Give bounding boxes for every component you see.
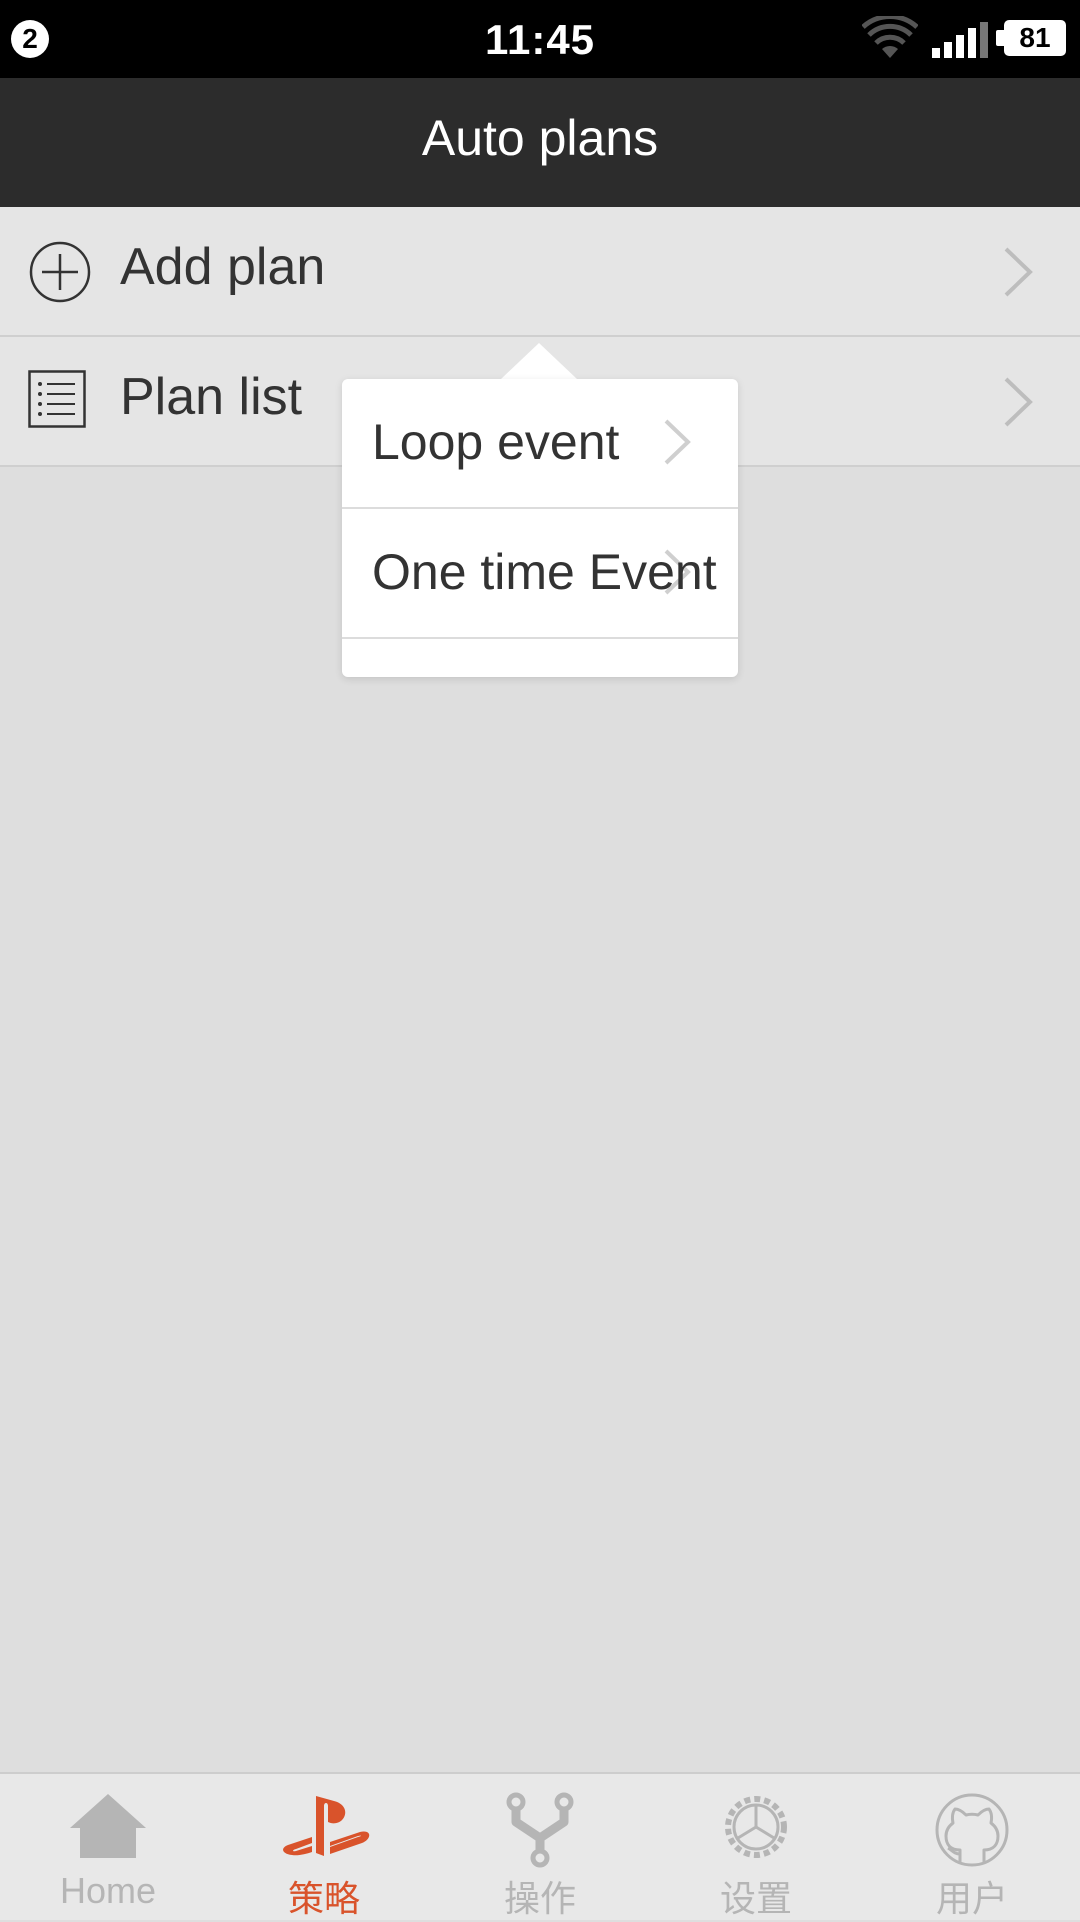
add-circle-icon — [29, 241, 91, 303]
github-icon — [935, 1793, 1009, 1867]
tab-user[interactable]: 用户 — [864, 1774, 1080, 1922]
chevron-right-icon — [1004, 247, 1033, 297]
one-time-event-option[interactable]: One time Event — [342, 509, 738, 639]
chevron-right-icon — [664, 419, 691, 465]
add-plan-row[interactable]: Add plan — [0, 207, 1080, 337]
popover-arrow — [501, 343, 577, 379]
tab-operations-label: 操作 — [503, 1878, 576, 1919]
loop-event-label: Loop event — [372, 414, 620, 470]
tab-home-label: Home — [59, 1870, 157, 1911]
home-icon — [70, 1794, 146, 1858]
bottom-tab-bar: Home 策略 操作 设置 用户 — [0, 1772, 1080, 1920]
gear-icon — [725, 1796, 787, 1858]
list-icon — [28, 370, 86, 428]
wifi-icon — [862, 16, 918, 58]
fork-icon — [506, 1792, 574, 1868]
status-time: 11:45 — [484, 16, 596, 63]
tab-strategy[interactable]: 策略 — [216, 1774, 432, 1922]
status-bar: 2 11:45 81 — [0, 0, 1080, 78]
add-plan-popover: Loop event One time Event — [342, 379, 738, 677]
tab-user-label: 用户 — [935, 1878, 1008, 1919]
tab-operations[interactable]: 操作 — [432, 1774, 648, 1922]
one-time-event-label: One time Event — [372, 544, 717, 600]
signal-icon — [932, 22, 988, 58]
loop-event-option[interactable]: Loop event — [342, 379, 738, 509]
tab-home[interactable]: Home — [0, 1774, 216, 1922]
app-header: Auto plans — [0, 78, 1080, 207]
tab-settings[interactable]: 设置 — [648, 1774, 864, 1922]
tab-strategy-label: 策略 — [287, 1878, 360, 1919]
add-plan-label: Add plan — [120, 238, 326, 296]
playstation-icon — [283, 1796, 370, 1856]
tab-settings-label: 设置 — [719, 1878, 792, 1919]
page-title: Auto plans — [421, 110, 659, 166]
battery-tip — [996, 30, 1004, 46]
battery-indicator: 81 — [1004, 20, 1066, 56]
chevron-right-icon — [1004, 377, 1033, 427]
plan-list-label: Plan list — [120, 368, 303, 426]
